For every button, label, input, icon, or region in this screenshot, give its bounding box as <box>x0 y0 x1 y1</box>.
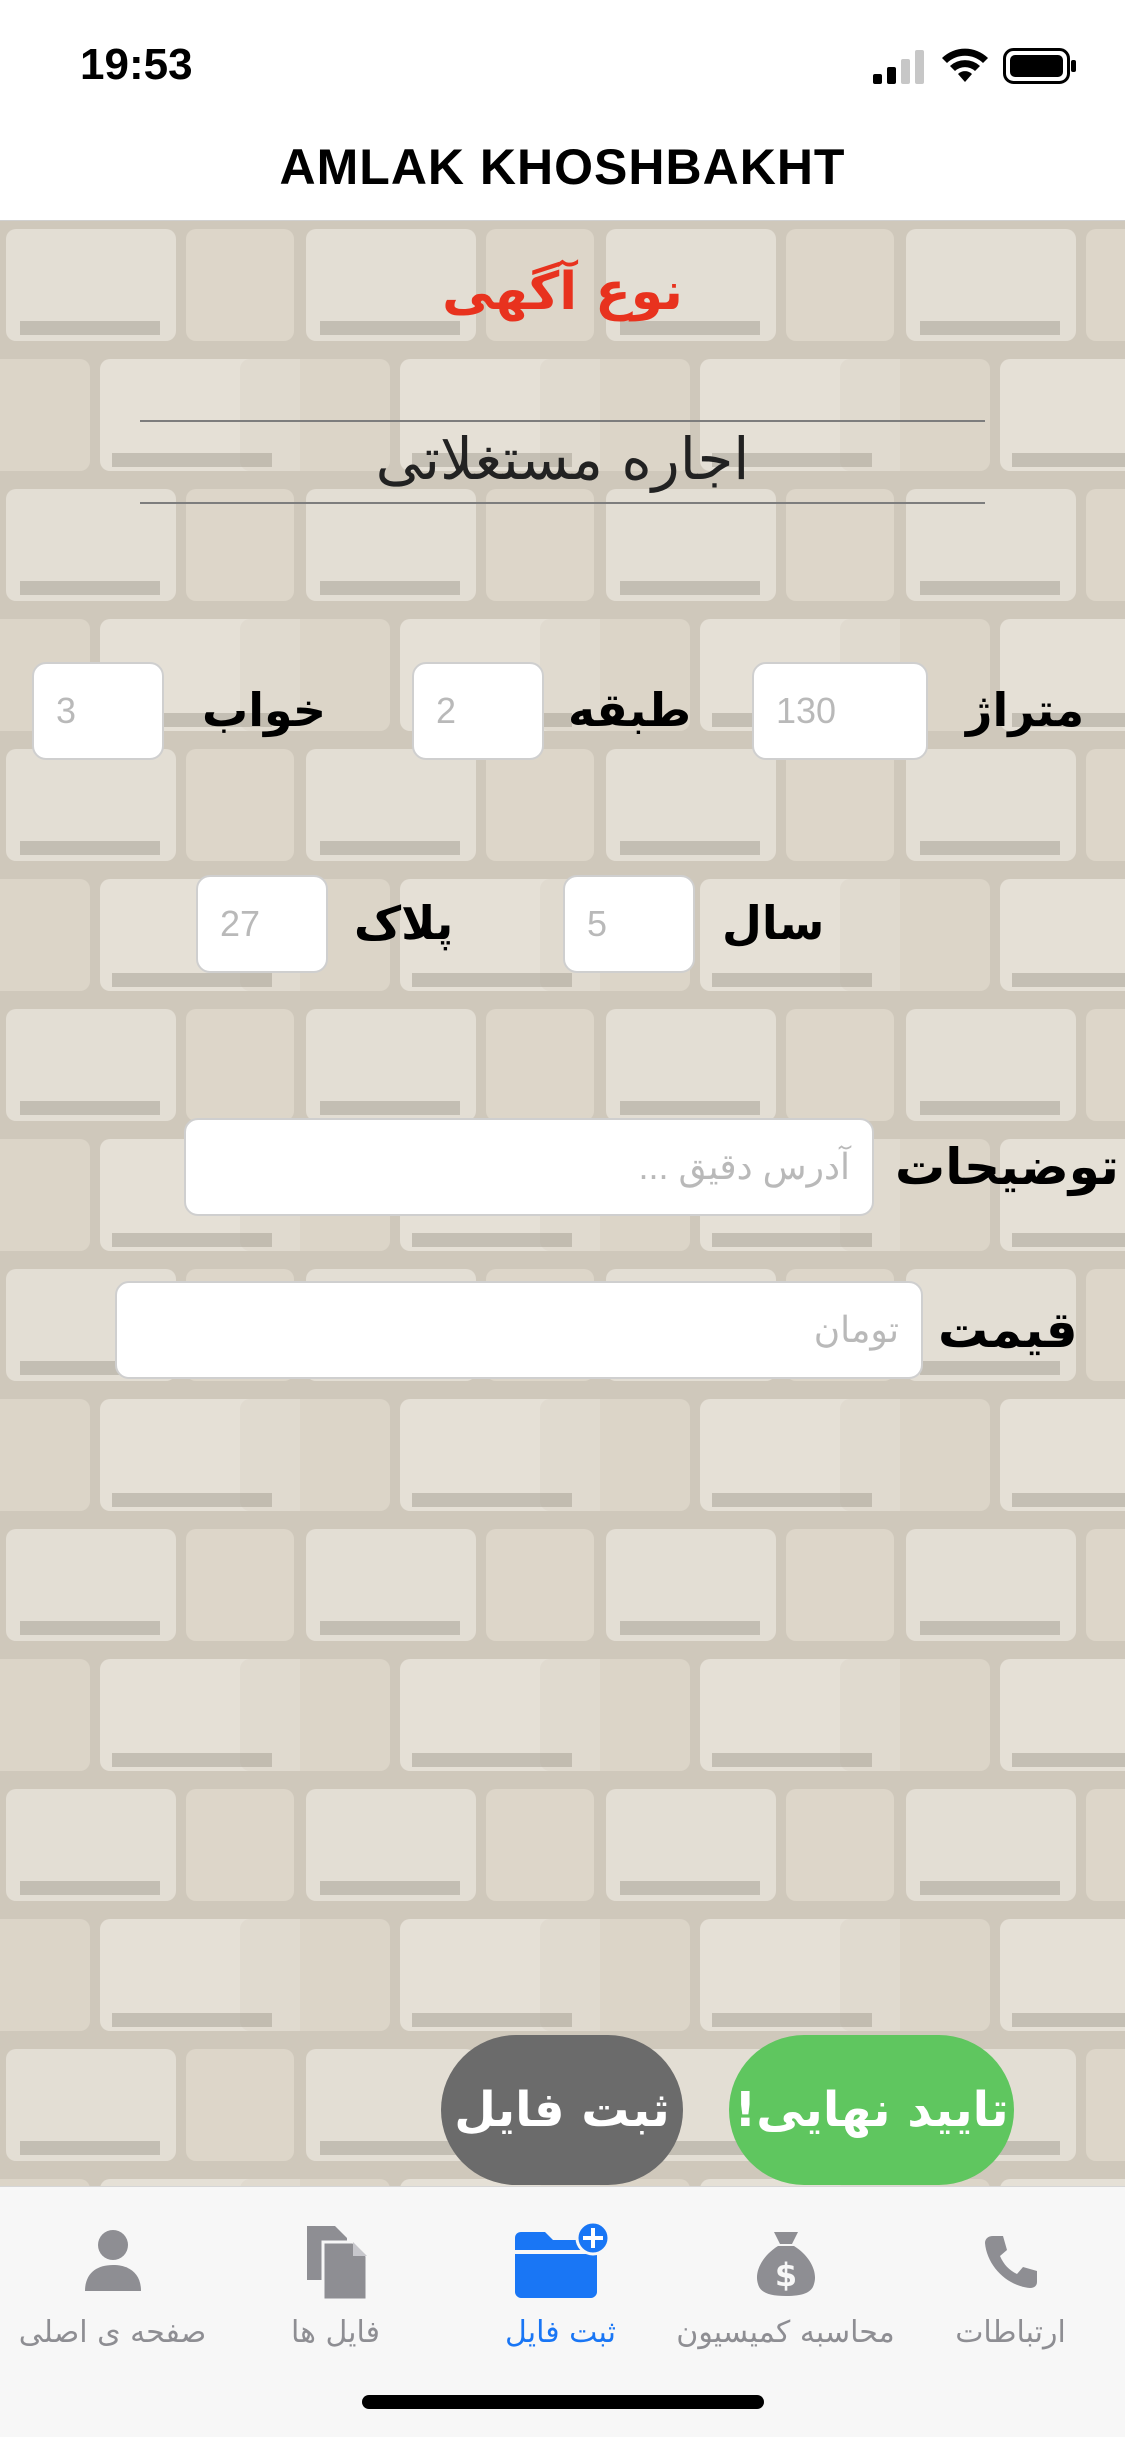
phone-icon <box>898 2217 1123 2307</box>
status-time: 19:53 <box>80 40 193 89</box>
plate-label: پلاک <box>354 896 454 950</box>
bedrooms-label: خواب <box>202 683 326 737</box>
tab-home[interactable]: صفحه ی اصلی <box>0 2217 225 2350</box>
ad-type-picker[interactable]: اجاره مستغلاتی <box>0 425 1125 493</box>
submit-file-button[interactable]: ثبت فایل <box>441 2035 683 2185</box>
price-label: قیمت <box>938 1301 1078 1359</box>
files-icon <box>223 2217 448 2307</box>
money-bag-icon: $ <box>673 2217 898 2307</box>
cellular-signal-icon <box>873 50 924 84</box>
home-indicator <box>362 2395 764 2409</box>
bedrooms-input[interactable]: 3 <box>32 662 164 760</box>
tab-contacts[interactable]: ارتباطات <box>898 2217 1123 2350</box>
description-input[interactable]: آدرس دقیق ... <box>184 1118 874 1216</box>
floor-label: طبقه <box>568 683 692 737</box>
folder-add-icon <box>448 2217 673 2307</box>
ad-type-label: نوع آگهی <box>442 262 683 322</box>
year-label: سال <box>722 896 825 950</box>
status-icons <box>873 48 1077 84</box>
person-icon <box>0 2217 225 2307</box>
tab-label: صفحه ی اصلی <box>18 2315 207 2350</box>
svg-text:$: $ <box>774 2256 796 2294</box>
navigation-bar: AMLAK KHOSHBAKHT <box>0 130 1125 221</box>
battery-icon <box>1003 48 1076 84</box>
tab-label: ارتباطات <box>955 2315 1066 2350</box>
tab-submit-file[interactable]: ثبت فایل <box>448 2217 673 2350</box>
area-label: متراژ <box>966 683 1085 737</box>
plate-input[interactable]: 27 <box>196 875 328 973</box>
price-input[interactable]: تومان <box>115 1281 923 1379</box>
wifi-icon <box>942 48 988 82</box>
final-confirm-button[interactable]: تایید نهایی! <box>729 2035 1014 2185</box>
floor-input[interactable]: 2 <box>412 662 544 760</box>
status-bar: 19:53 <box>0 0 1125 130</box>
area-input[interactable]: 130 <box>752 662 928 760</box>
tab-label: محاسبه کمیسیون <box>676 2315 895 2350</box>
picker-bottom-divider <box>140 502 985 504</box>
app-title: AMLAK KHOSHBAKHT <box>279 139 846 195</box>
tab-label: فایل ها <box>290 2315 381 2350</box>
description-label: توضیحات <box>895 1138 1119 1196</box>
tab-label: ثبت فایل <box>505 2315 616 2350</box>
picker-top-divider <box>140 420 985 422</box>
tab-commission[interactable]: $ محاسبه کمیسیون <box>673 2217 898 2350</box>
tab-files[interactable]: فایل ها <box>223 2217 448 2350</box>
year-input[interactable]: 5 <box>563 875 695 973</box>
